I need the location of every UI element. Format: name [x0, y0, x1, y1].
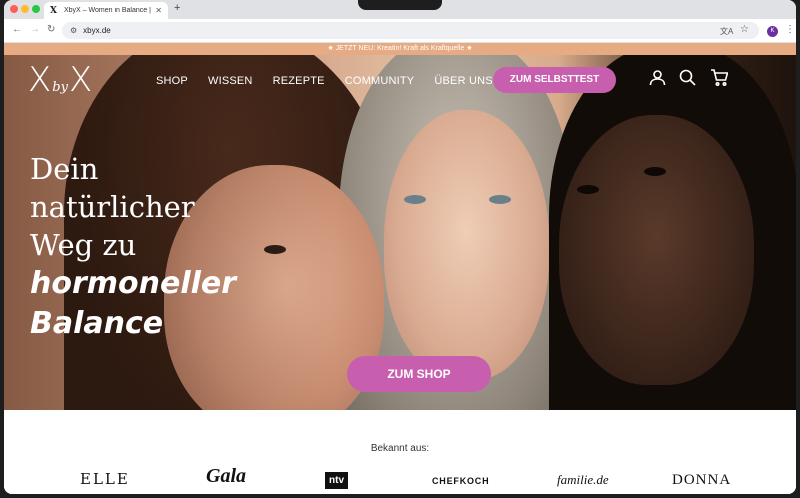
press-logo-familie: familie.de — [557, 472, 609, 487]
minimize-window-button[interactable] — [21, 5, 29, 13]
reload-icon[interactable]: ↻ — [47, 24, 55, 35]
press-logo-chefkoch: CHEFKOCH — [432, 476, 490, 486]
new-tab-button[interactable]: + — [174, 2, 180, 14]
back-icon[interactable]: ← — [12, 24, 22, 35]
forward-icon[interactable]: → — [30, 24, 40, 35]
bookmark-star-icon[interactable]: ☆ — [740, 24, 749, 35]
press-logo-donna: DONNA — [672, 472, 732, 488]
press-section: Bekannt aus: ELLE Gala ntv CHEFKOCH fami… — [4, 410, 796, 494]
logo-x-right: X — [68, 60, 93, 100]
hero-headline: Dein natürlicher Weg zu hormoneller Bala… — [30, 150, 236, 344]
xbyx-logo[interactable]: X by X — [28, 63, 92, 97]
main-nav: SHOP WISSEN REZEPTE COMMUNITY ÜBER UNS — [156, 75, 513, 87]
press-logo-ntv: ntv — [325, 472, 348, 489]
headline-line: Dein — [30, 152, 99, 186]
logo-by: by — [52, 80, 68, 95]
url-text[interactable]: xbyx.de — [83, 26, 111, 35]
announcement-bar[interactable]: ★ JETZT NEU: Kreatin! Kraft als Kraftque… — [4, 43, 796, 55]
browser-window: X XbyX – Women in Balance | H ✕ + ← → ↻ … — [4, 0, 796, 494]
translate-icon[interactable]: 文A — [720, 26, 733, 37]
close-tab-icon[interactable]: ✕ — [155, 6, 162, 15]
maximize-window-button[interactable] — [32, 5, 40, 13]
nav-item-wissen[interactable]: WISSEN — [208, 75, 253, 87]
selbsttest-button[interactable]: ZUM SELBSTTEST — [493, 67, 616, 93]
hero-image-face-right — [559, 115, 754, 385]
eye-shape — [489, 195, 511, 204]
web-page: ★ JETZT NEU: Kreatin! Kraft als Kraftque… — [4, 43, 796, 494]
headline-script-line: hormoneller — [30, 266, 237, 301]
headline-line: Weg zu — [30, 228, 137, 262]
profile-avatar[interactable]: K — [767, 26, 778, 37]
cart-icon[interactable] — [710, 69, 729, 91]
press-logo-gala: Gala — [206, 465, 246, 487]
zum-shop-button[interactable]: ZUM SHOP — [347, 356, 491, 392]
nav-item-shop[interactable]: SHOP — [156, 75, 188, 87]
site-info-icon[interactable]: ⚙ — [70, 26, 77, 35]
tab-title: XbyX – Women in Balance | H — [64, 7, 152, 14]
close-window-button[interactable] — [10, 5, 18, 13]
logo-x-left: X — [28, 60, 52, 100]
user-icon[interactable] — [649, 69, 666, 91]
press-label: Bekannt aus: — [370, 443, 430, 454]
headline-line: natürlicher — [30, 190, 195, 224]
browser-tab[interactable]: X XbyX – Women in Balance | H ✕ — [44, 2, 168, 19]
nav-item-rezepte[interactable]: REZEPTE — [273, 75, 325, 87]
favicon-icon: X — [50, 5, 57, 16]
address-bar[interactable]: ⚙ xbyx.de — [62, 22, 759, 39]
nav-item-community[interactable]: COMMUNITY — [345, 75, 415, 87]
eye-shape — [644, 167, 666, 176]
hero-section: X by X SHOP WISSEN REZEPTE COMMUNITY ÜBE… — [4, 55, 796, 410]
search-icon[interactable] — [679, 69, 696, 91]
nav-item-ueber-uns[interactable]: ÜBER UNS — [434, 75, 492, 87]
browser-toolbar: ← → ↻ ⚙ xbyx.de 文A ☆ K ⋮ — [4, 19, 796, 43]
press-logo-elle: ELLE — [80, 470, 130, 488]
menu-icon[interactable]: ⋮ — [785, 24, 795, 35]
hero-image-face-center — [384, 110, 549, 380]
headline-script-line: Balance — [30, 306, 164, 341]
eye-shape — [404, 195, 426, 204]
eye-shape — [577, 185, 599, 194]
camera-notch — [358, 0, 442, 10]
